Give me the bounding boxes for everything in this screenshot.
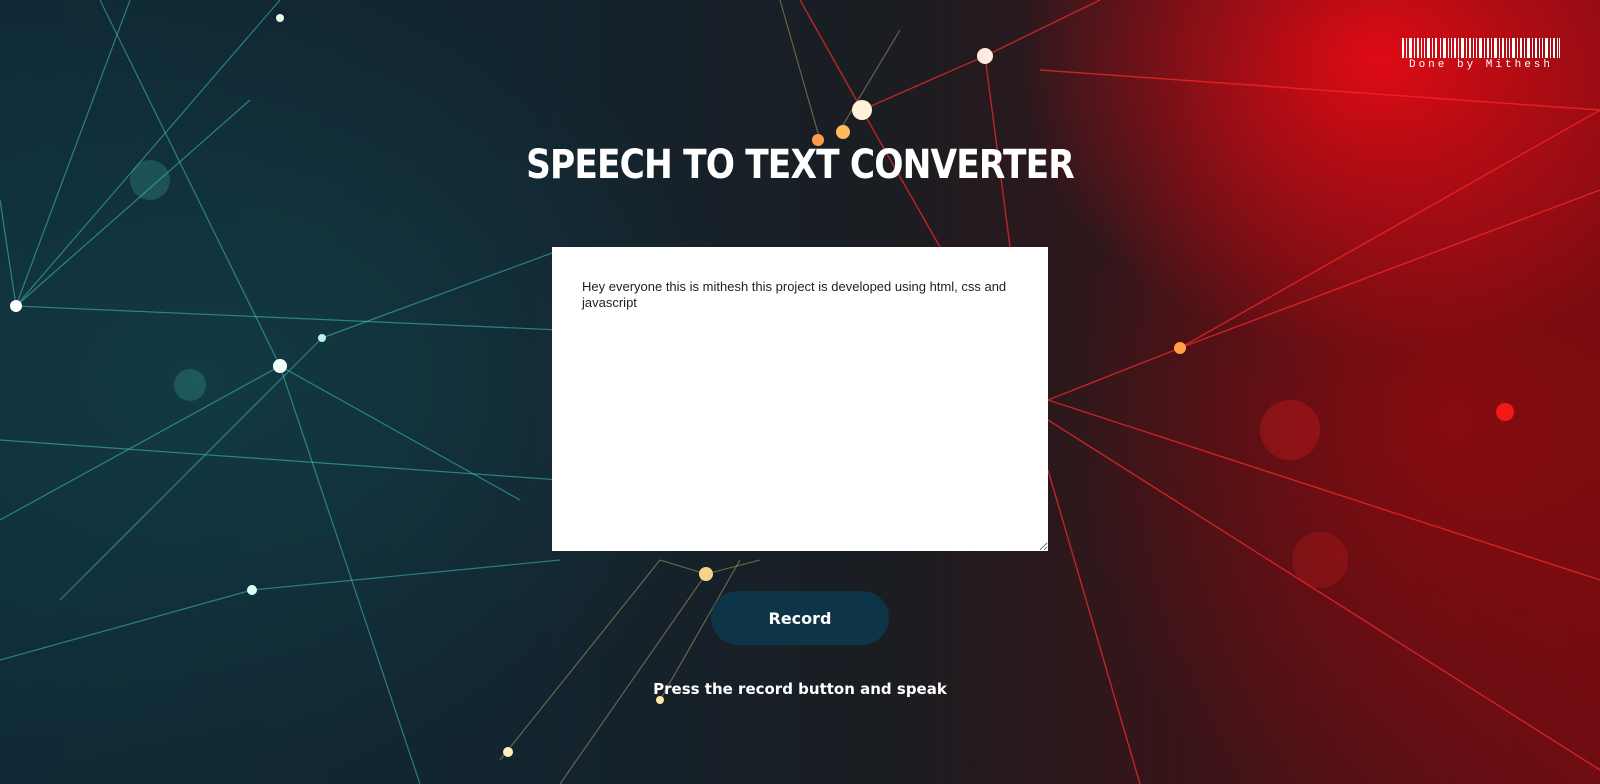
brand-signature: Done by Mithesh (1402, 38, 1560, 71)
page-title: SPEECH TO TEXT CONVERTER (526, 142, 1075, 188)
transcript-textarea[interactable]: Hey everyone this is mithesh this projec… (552, 247, 1048, 551)
record-button[interactable]: Record (711, 591, 889, 645)
brand-text: Done by Mithesh (1408, 59, 1554, 71)
instructions-text: Press the record button and speak (653, 680, 947, 698)
barcode-icon (1402, 38, 1560, 58)
